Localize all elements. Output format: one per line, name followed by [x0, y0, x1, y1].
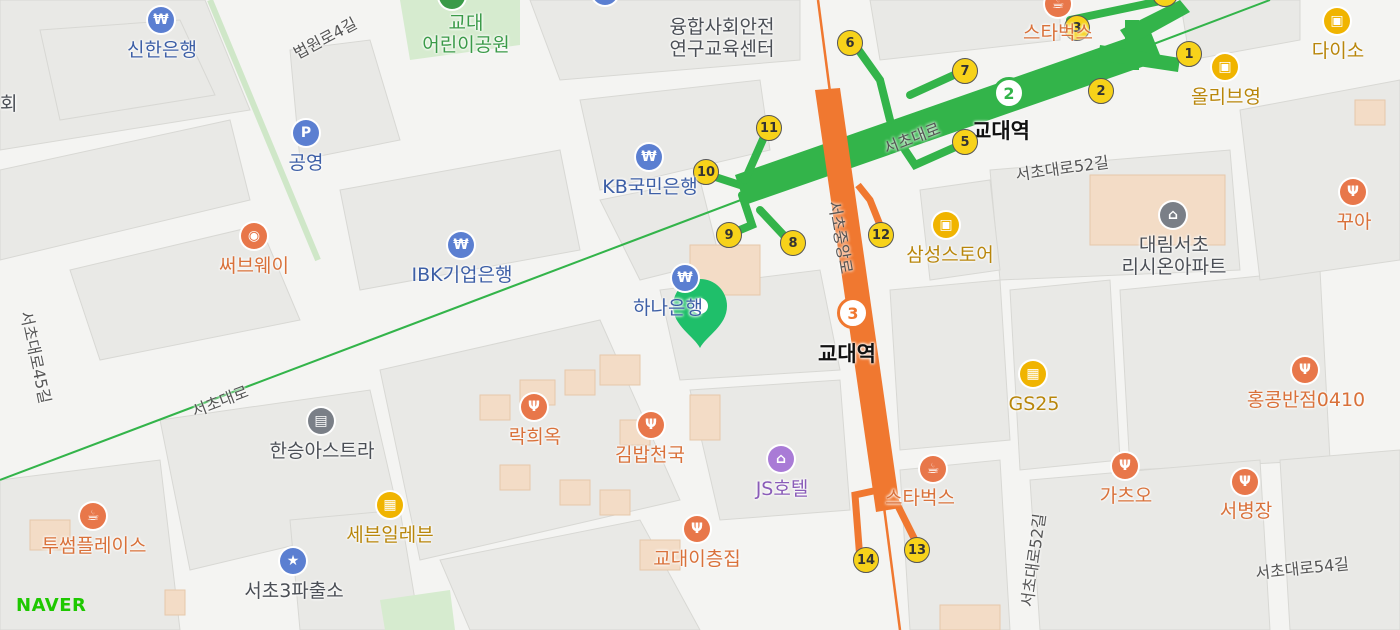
place-subway[interactable]: 써브웨이 [219, 255, 289, 277]
exit-9[interactable]: 9 [716, 222, 742, 248]
place-center[interactable]: 융합사회안전 연구교육센터 [670, 16, 775, 60]
station-name-line3[interactable]: 교대역 [818, 343, 876, 365]
cafe-icon[interactable]: ☕ [920, 456, 946, 482]
exit-11[interactable]: 11 [756, 115, 782, 141]
exit-2[interactable]: 2 [1088, 78, 1114, 104]
place-daelim[interactable]: 대림서초 리시온아파트 [1122, 234, 1227, 278]
cafe-icon[interactable]: ☕ [80, 503, 106, 529]
bank-icon[interactable]: ₩ [636, 144, 662, 170]
map-view[interactable]: 2 교대역 3 교대역 1 2 3 4 5 6 7 8 9 10 11 12 1… [0, 0, 1400, 630]
station-name-line2[interactable]: 교대역 [972, 120, 1030, 142]
place-partial-left[interactable]: 회 [0, 93, 17, 115]
exit-12[interactable]: 12 [868, 222, 894, 248]
restaurant-icon[interactable]: ◉ [241, 223, 267, 249]
apartment-icon[interactable]: ⌂ [1160, 202, 1186, 228]
place-js-hotel[interactable]: JS호텔 [756, 478, 809, 500]
exit-6[interactable]: 6 [837, 30, 863, 56]
line-2-badge[interactable]: 2 [993, 77, 1025, 109]
restaurant-icon[interactable]: Ψ [1292, 357, 1318, 383]
restaurant-icon[interactable]: Ψ [638, 412, 664, 438]
place-parking[interactable]: 공영 [289, 152, 324, 174]
restaurant-icon[interactable]: Ψ [1232, 469, 1258, 495]
restaurant-icon[interactable]: Ψ [1340, 179, 1366, 205]
place-kb[interactable]: KB국민은행 [602, 176, 697, 198]
place-starbucks-top[interactable]: 스타벅스 [1023, 22, 1093, 44]
restaurant-icon[interactable]: Ψ [521, 394, 547, 420]
place-gyodae-2f[interactable]: 교대이층집 [653, 548, 740, 570]
restaurant-icon[interactable]: Ψ [1112, 453, 1138, 479]
exit-5[interactable]: 5 [952, 129, 978, 155]
exit-13[interactable]: 13 [904, 537, 930, 563]
exit-7[interactable]: 7 [952, 58, 978, 84]
building-icon[interactable]: ▤ [308, 408, 334, 434]
place-samsung[interactable]: 삼성스토어 [906, 244, 993, 266]
place-gimbap[interactable]: 김밥천국 [615, 444, 685, 466]
place-starbucks-bottom[interactable]: 스타벅스 [885, 487, 955, 509]
place-park[interactable]: 교대 어린이공원 [422, 12, 509, 56]
restaurant-icon[interactable]: Ψ [684, 516, 710, 542]
exit-14[interactable]: 14 [853, 547, 879, 573]
place-shinhan[interactable]: 신한은행 [127, 39, 197, 61]
exit-1[interactable]: 1 [1176, 41, 1202, 67]
place-hana[interactable]: 하나은행 [633, 297, 703, 319]
exit-8[interactable]: 8 [780, 230, 806, 256]
place-gachuo[interactable]: 가츠오 [1100, 485, 1152, 507]
place-seven[interactable]: 세븐일레븐 [346, 524, 433, 546]
bank-icon[interactable]: ₩ [448, 232, 474, 258]
parking-icon[interactable]: P [293, 120, 319, 146]
place-kkua[interactable]: 꾸아 [1337, 211, 1372, 233]
shopping-icon[interactable]: ▣ [1324, 8, 1350, 34]
place-oliveyoung[interactable]: 올리브영 [1191, 86, 1261, 108]
convenience-store-icon[interactable]: ▦ [377, 492, 403, 518]
place-nakhui[interactable]: 락희옥 [509, 426, 561, 448]
place-gs25[interactable]: GS25 [1009, 393, 1060, 415]
place-twosome[interactable]: 투썸플레이스 [42, 535, 147, 557]
hotel-icon[interactable]: ⌂ [768, 446, 794, 472]
line-3-badge[interactable]: 3 [837, 297, 869, 329]
place-ibk[interactable]: IBK기업은행 [411, 264, 512, 286]
place-hongkong[interactable]: 홍콩반점0410 [1247, 389, 1365, 411]
bank-icon[interactable]: ₩ [148, 7, 174, 33]
naver-logo: NAVER [16, 595, 87, 616]
bank-icon[interactable]: ₩ [672, 265, 698, 291]
shopping-icon[interactable]: ▣ [933, 212, 959, 238]
police-icon[interactable]: ★ [280, 548, 306, 574]
place-seobyeong[interactable]: 서병장 [1220, 500, 1272, 522]
shopping-icon[interactable]: ▣ [1212, 54, 1238, 80]
place-police[interactable]: 서초3파출소 [244, 580, 344, 602]
place-hanseung[interactable]: 한승아스트라 [270, 440, 375, 462]
convenience-store-icon[interactable]: ▦ [1020, 361, 1046, 387]
place-daiso[interactable]: 다이소 [1312, 40, 1364, 62]
